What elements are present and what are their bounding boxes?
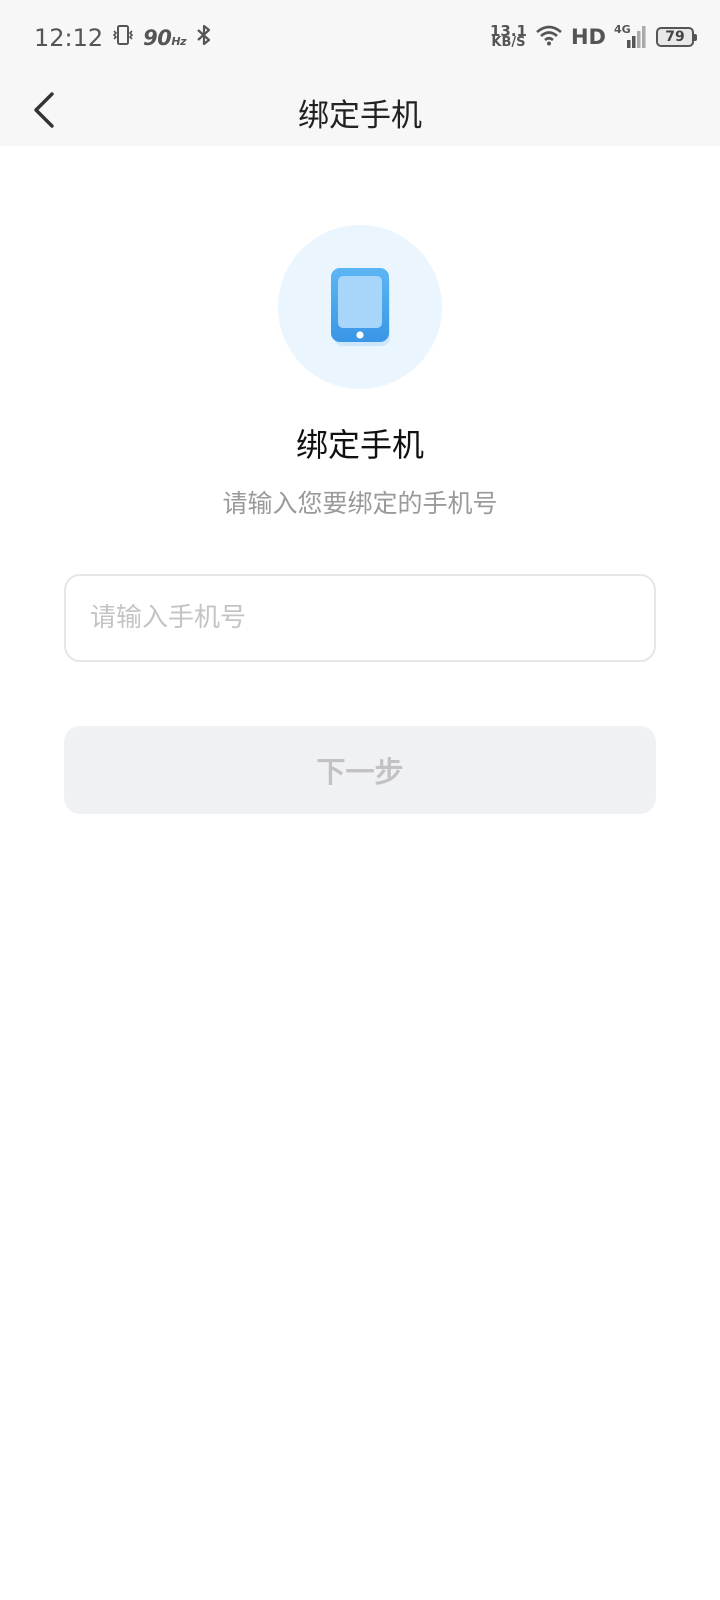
vibrate-icon (111, 23, 135, 53)
page-title: 绑定手机 (298, 98, 422, 134)
status-bar: 12:12 90Hz 13.1 KB/S HD 4G 79 (0, 0, 720, 74)
battery-level: 79 (665, 29, 685, 45)
smartphone-icon (331, 268, 390, 346)
bluetooth-icon (194, 23, 214, 53)
phone-number-input[interactable] (64, 574, 656, 662)
net-speed: 13.1 KB/S (489, 22, 527, 50)
hero-icon-circle (278, 225, 442, 389)
hd-label: HD (570, 25, 606, 49)
status-right: 13.1 KB/S HD 4G 79 (489, 20, 697, 54)
next-step-button[interactable]: 下一步 (64, 726, 656, 814)
battery-icon: 79 (656, 27, 697, 47)
nav-bar: 绑定手机 (0, 74, 720, 146)
wifi-icon (535, 23, 563, 51)
main-subheading: 请输入您要绑定的手机号 (222, 489, 498, 518)
refresh-rate: 90Hz (143, 26, 187, 50)
main-heading: 绑定手机 (295, 426, 424, 464)
status-time: 12:12 (34, 24, 104, 52)
status-left: 12:12 90Hz (34, 22, 214, 54)
cellular-signal-icon: 4G (614, 23, 648, 51)
